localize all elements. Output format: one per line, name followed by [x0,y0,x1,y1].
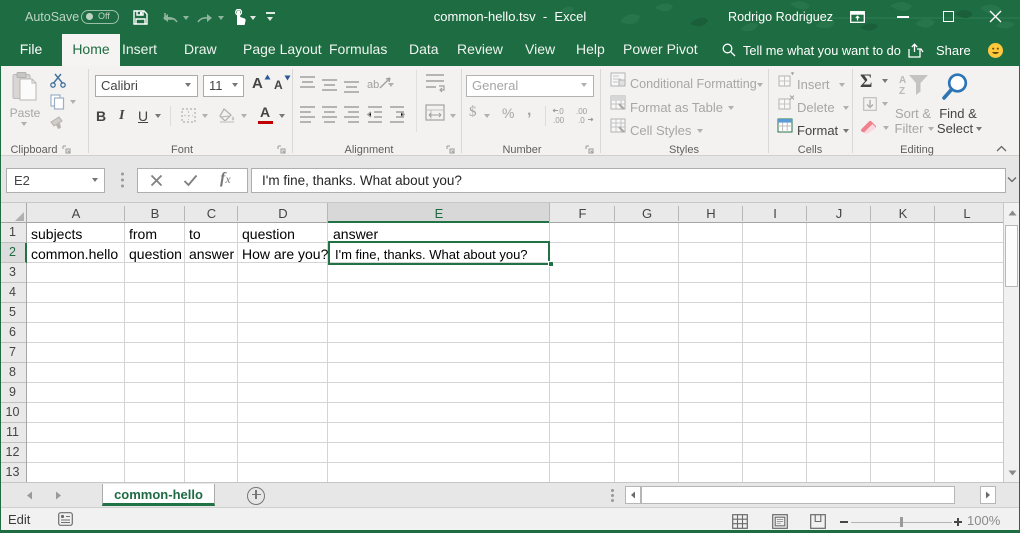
svg-text:A: A [899,75,906,86]
svg-text:.00: .00 [553,116,565,124]
svg-text:ab: ab [367,79,379,91]
svg-text:Z: Z [899,86,905,97]
svg-text:.00: .00 [576,107,588,116]
svg-text:.0: .0 [578,116,585,124]
svg-text:.0: .0 [557,107,564,116]
